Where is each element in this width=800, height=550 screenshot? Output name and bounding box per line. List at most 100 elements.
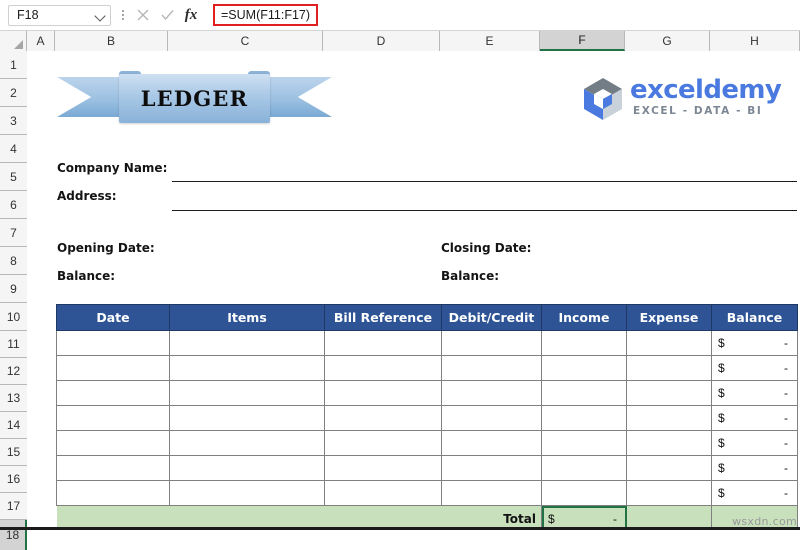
cell-balance[interactable]: $ - (712, 481, 798, 506)
cell-balance[interactable]: $ - (712, 381, 798, 406)
cell-bill-reference[interactable] (325, 431, 442, 456)
confirm-check-icon[interactable] (156, 4, 178, 26)
column-header-c[interactable]: C (168, 31, 323, 51)
chevron-down-icon[interactable] (95, 10, 106, 21)
row-header-7[interactable]: 7 (0, 219, 27, 247)
cell-balance[interactable]: $ - (712, 356, 798, 381)
cell-items[interactable] (170, 381, 325, 406)
column-header-b[interactable]: B (55, 31, 168, 51)
row-header-2[interactable]: 2 (0, 79, 27, 107)
cell-income[interactable] (542, 381, 627, 406)
row-header-13[interactable]: 13 (0, 385, 27, 412)
cell-date[interactable] (57, 356, 170, 381)
row-header-5[interactable]: 5 (0, 163, 27, 191)
row-header-6[interactable]: 6 (0, 191, 27, 219)
cell-balance[interactable]: $ - (712, 331, 798, 356)
cell-date[interactable] (57, 331, 170, 356)
cell-bill-reference[interactable] (325, 456, 442, 481)
table-row[interactable]: $ - (57, 331, 798, 356)
cell-debit-credit[interactable] (442, 481, 542, 506)
cell-bill-reference[interactable] (325, 356, 442, 381)
column-header-e[interactable]: E (440, 31, 540, 51)
column-header-a[interactable]: A (27, 31, 55, 51)
column-header-d[interactable]: D (323, 31, 440, 51)
cell-income[interactable] (542, 481, 627, 506)
cell-debit-credit[interactable] (442, 356, 542, 381)
cell-debit-credit[interactable] (442, 456, 542, 481)
cell-expense[interactable] (627, 381, 712, 406)
cell-date[interactable] (57, 431, 170, 456)
cell-debit-credit[interactable] (442, 406, 542, 431)
row-header-8[interactable]: 8 (0, 247, 27, 275)
row-header-15[interactable]: 15 (0, 439, 27, 466)
row-header-11[interactable]: 11 (0, 331, 27, 358)
column-header-g[interactable]: G (625, 31, 710, 51)
cell-date[interactable] (57, 381, 170, 406)
table-row[interactable]: $ - (57, 431, 798, 456)
address-field[interactable] (172, 210, 797, 211)
row-header-1[interactable]: 1 (0, 51, 27, 79)
row-header-17[interactable]: 17 (0, 493, 27, 520)
fx-icon[interactable]: fx (179, 4, 203, 26)
cell-expense[interactable] (627, 406, 712, 431)
cell-balance[interactable]: $ - (712, 406, 798, 431)
column-balance[interactable]: Balance (712, 305, 798, 331)
table-row[interactable]: $ - (57, 481, 798, 506)
cell-bill-reference[interactable] (325, 406, 442, 431)
row-header-16[interactable]: 16 (0, 466, 27, 493)
row-header-4[interactable]: 4 (0, 135, 27, 163)
cell-income[interactable] (542, 406, 627, 431)
row-header-9[interactable]: 9 (0, 275, 27, 303)
cell-bill-reference[interactable] (325, 331, 442, 356)
cell-income[interactable] (542, 356, 627, 381)
table-row[interactable]: $ - (57, 381, 798, 406)
company-name-field[interactable] (172, 181, 797, 182)
row-header-18[interactable]: 18 (0, 520, 27, 550)
cell-income[interactable] (542, 456, 627, 481)
cancel-x-icon[interactable] (132, 4, 154, 26)
cell-bill-reference[interactable] (325, 481, 442, 506)
cell-date[interactable] (57, 481, 170, 506)
cell-expense[interactable] (627, 331, 712, 356)
cell-debit-credit[interactable] (442, 331, 542, 356)
cell-items[interactable] (170, 331, 325, 356)
cell-items[interactable] (170, 431, 325, 456)
column-header-h[interactable]: H (710, 31, 800, 51)
select-all-corner[interactable] (0, 31, 27, 51)
sheet-canvas[interactable]: LEDGER exceldemy EXCEL - DATA - BI Compa… (27, 51, 800, 530)
cell-bill-reference[interactable] (325, 381, 442, 406)
column-date[interactable]: Date (57, 305, 170, 331)
cell-debit-credit[interactable] (442, 381, 542, 406)
cell-items[interactable] (170, 406, 325, 431)
cell-balance[interactable]: $ - (712, 456, 798, 481)
cell-debit-credit[interactable] (442, 431, 542, 456)
column-expense[interactable]: Expense (627, 305, 712, 331)
column-bill-reference[interactable]: Bill Reference (325, 305, 442, 331)
formula-input[interactable]: =SUM(F11:F17) (207, 4, 792, 26)
cell-income[interactable] (542, 431, 627, 456)
name-box[interactable]: F18 (8, 5, 111, 26)
column-header-f[interactable]: F (540, 31, 625, 51)
cell-income[interactable] (542, 331, 627, 356)
cell-items[interactable] (170, 356, 325, 381)
row-header-12[interactable]: 12 (0, 358, 27, 385)
cell-items[interactable] (170, 456, 325, 481)
cell-date[interactable] (57, 406, 170, 431)
table-row[interactable]: $ - (57, 356, 798, 381)
cell-expense[interactable] (627, 481, 712, 506)
table-row[interactable]: $ - (57, 456, 798, 481)
column-debit-credit[interactable]: Debit/Credit (442, 305, 542, 331)
cell-expense[interactable] (627, 356, 712, 381)
table-row[interactable]: $ - (57, 406, 798, 431)
cell-items[interactable] (170, 481, 325, 506)
kebab-menu-icon[interactable] (116, 5, 130, 25)
row-header-3[interactable]: 3 (0, 107, 27, 135)
row-header-10[interactable]: 10 (0, 303, 27, 331)
cell-date[interactable] (57, 456, 170, 481)
cell-expense[interactable] (627, 456, 712, 481)
row-header-14[interactable]: 14 (0, 412, 27, 439)
cell-balance[interactable]: $ - (712, 431, 798, 456)
cell-expense[interactable] (627, 431, 712, 456)
column-income[interactable]: Income (542, 305, 627, 331)
column-items[interactable]: Items (170, 305, 325, 331)
